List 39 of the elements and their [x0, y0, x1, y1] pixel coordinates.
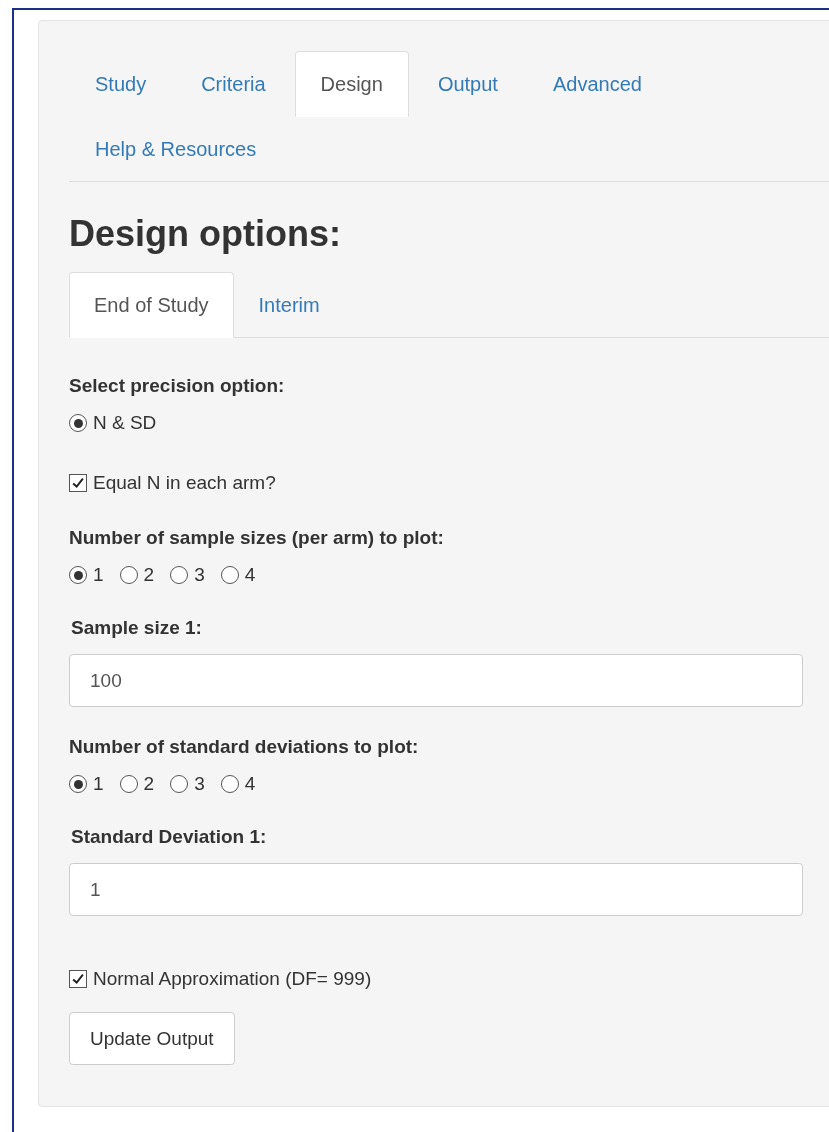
field-label: Number of standard deviations to plot:	[69, 735, 420, 759]
checkbox[interactable]	[69, 474, 87, 492]
radio-button[interactable]	[119, 566, 138, 584]
tab[interactable]: Advanced	[526, 51, 668, 117]
checkbox[interactable]	[69, 970, 87, 988]
radio-button[interactable]	[119, 775, 138, 793]
radio-button[interactable]	[170, 775, 189, 793]
radio-label: 2	[143, 564, 155, 586]
radio-label: 3	[194, 773, 205, 795]
update-output-button[interactable]: Update Output	[69, 1012, 235, 1065]
radio-label: 1	[93, 773, 104, 795]
section-heading: Design options:	[69, 214, 342, 254]
radio-button[interactable]	[220, 566, 239, 584]
tab[interactable]: Study	[69, 51, 173, 117]
input-field[interactable]: 1	[69, 863, 803, 916]
field-label: Standard Deviation 1:	[71, 825, 268, 849]
tab[interactable]: Interim	[233, 272, 345, 338]
input-field[interactable]: 100	[69, 654, 803, 707]
tab[interactable]: Design	[294, 51, 409, 117]
field-label: Number of sample sizes (per arm) to plot:	[69, 526, 445, 550]
tab[interactable]: Help & Resources	[69, 116, 283, 182]
radio-button[interactable]	[220, 775, 239, 793]
tab[interactable]: Criteria	[175, 51, 292, 117]
radio-button[interactable]	[69, 414, 87, 432]
checkbox-label: Normal Approximation (DF= 999)	[93, 968, 372, 990]
tab[interactable]: End of Study	[69, 272, 234, 338]
radio-label: 4	[244, 773, 256, 795]
radio-button[interactable]	[69, 566, 87, 584]
checkbox-label: Equal N in each arm?	[93, 472, 276, 494]
radio-label: 3	[194, 564, 205, 586]
field-label: Select precision option:	[69, 374, 286, 398]
radio-button[interactable]	[69, 775, 87, 793]
radio-label: 2	[143, 773, 155, 795]
radio-label: 1	[93, 564, 104, 586]
radio-label: N & SD	[93, 412, 157, 434]
tab[interactable]: Output	[411, 51, 524, 117]
radio-label: 4	[244, 564, 256, 586]
field-label: Sample size 1:	[71, 616, 203, 640]
radio-button[interactable]	[170, 566, 189, 584]
